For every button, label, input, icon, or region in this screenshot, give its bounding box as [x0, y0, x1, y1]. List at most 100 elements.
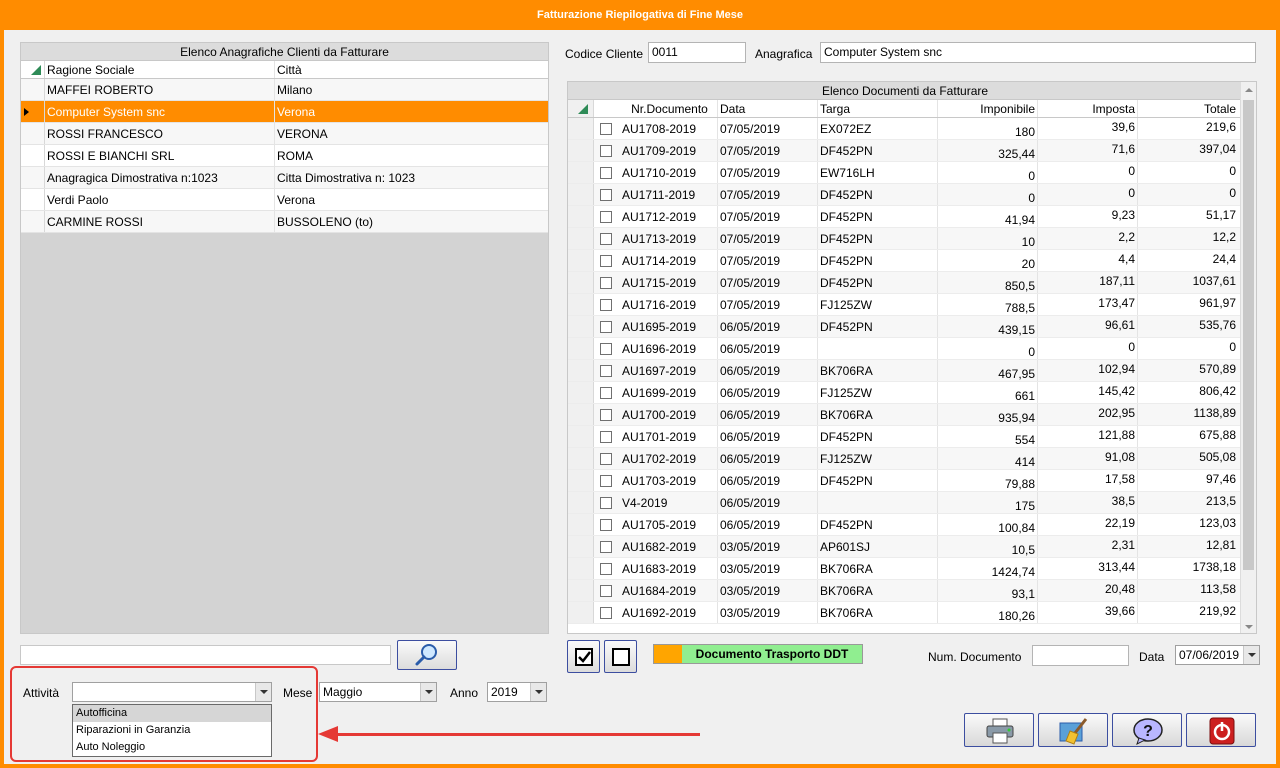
anno-combo[interactable]: 2019 [487, 682, 547, 702]
row-selector[interactable] [568, 558, 594, 579]
chevron-down-icon[interactable] [420, 683, 436, 701]
grid-corner[interactable] [568, 100, 594, 117]
clear-button[interactable] [1038, 713, 1108, 747]
scroll-up-icon[interactable] [1241, 82, 1256, 98]
codice-cliente-field[interactable]: 0011 [648, 42, 746, 63]
scroll-thumb[interactable] [1243, 100, 1254, 570]
row-selector[interactable] [568, 206, 594, 227]
column-header-imposta[interactable]: Imposta [1038, 100, 1138, 117]
num-documento-field[interactable] [1032, 645, 1129, 666]
row-selector[interactable] [21, 101, 45, 122]
client-row[interactable]: ROSSI E BIANCHI SRL ROMA [21, 145, 548, 167]
attivita-option-noleggio[interactable]: Auto Noleggio [73, 739, 271, 756]
row-selector[interactable] [568, 118, 594, 139]
document-checkbox[interactable] [600, 541, 612, 553]
row-selector[interactable] [568, 228, 594, 249]
document-row[interactable]: AU1711-2019 07/05/2019 DF452PN 0 0 0 [568, 184, 1242, 206]
document-row[interactable]: AU1700-2019 06/05/2019 BK706RA 935,94 202,95… [568, 404, 1242, 426]
document-checkbox[interactable] [600, 343, 612, 355]
exit-button[interactable] [1186, 713, 1256, 747]
document-checkbox[interactable] [600, 519, 612, 531]
mese-combo[interactable]: Maggio [319, 682, 437, 702]
document-row[interactable]: AU1708-2019 07/05/2019 EX072EZ 180 39,6 219,6 [568, 118, 1242, 140]
row-selector[interactable] [568, 184, 594, 205]
grid-corner[interactable] [21, 61, 45, 78]
document-row[interactable]: AU1715-2019 07/05/2019 DF452PN 850,5 187,11 1… [568, 272, 1242, 294]
document-row[interactable]: AU1712-2019 07/05/2019 DF452PN 41,94 9,23 51,… [568, 206, 1242, 228]
client-row[interactable]: Verdi Paolo Verona [21, 189, 548, 211]
document-row[interactable]: AU1709-2019 07/05/2019 DF452PN 325,44 71,6 39… [568, 140, 1242, 162]
document-checkbox[interactable] [600, 277, 612, 289]
scroll-down-icon[interactable] [1241, 619, 1256, 633]
document-checkbox[interactable] [600, 365, 612, 377]
check-all-button[interactable] [567, 640, 600, 673]
document-checkbox[interactable] [600, 321, 612, 333]
row-selector[interactable] [568, 382, 594, 403]
column-header-nr-documento[interactable]: Nr.Documento [620, 100, 718, 117]
document-row[interactable]: AU1692-2019 03/05/2019 BK706RA 180,26 39,66 2… [568, 602, 1242, 624]
row-selector[interactable] [568, 536, 594, 557]
row-selector[interactable] [21, 123, 45, 144]
document-checkbox[interactable] [600, 409, 612, 421]
row-selector[interactable] [568, 492, 594, 513]
row-selector[interactable] [568, 162, 594, 183]
print-button[interactable] [964, 713, 1034, 747]
row-selector[interactable] [21, 79, 45, 100]
document-row[interactable]: AU1682-2019 03/05/2019 AP601SJ 10,5 2,31 12,8… [568, 536, 1242, 558]
document-checkbox[interactable] [600, 145, 612, 157]
document-checkbox[interactable] [600, 431, 612, 443]
row-selector[interactable] [568, 404, 594, 425]
document-row[interactable]: AU1714-2019 07/05/2019 DF452PN 20 4,4 24,4 [568, 250, 1242, 272]
data-date-picker[interactable]: 07/06/2019 [1175, 645, 1260, 665]
document-checkbox[interactable] [600, 233, 612, 245]
document-checkbox[interactable] [600, 497, 612, 509]
document-row[interactable]: AU1705-2019 06/05/2019 DF452PN 100,84 22,19 1… [568, 514, 1242, 536]
document-checkbox[interactable] [600, 299, 612, 311]
row-selector[interactable] [568, 470, 594, 491]
document-checkbox[interactable] [600, 475, 612, 487]
document-checkbox[interactable] [600, 453, 612, 465]
chevron-down-icon[interactable] [255, 683, 271, 701]
row-selector[interactable] [568, 426, 594, 447]
help-button[interactable]: ? [1112, 713, 1182, 747]
row-selector[interactable] [568, 272, 594, 293]
row-selector[interactable] [568, 360, 594, 381]
document-row[interactable]: AU1716-2019 07/05/2019 FJ125ZW 788,5 173,47 9… [568, 294, 1242, 316]
document-checkbox[interactable] [600, 189, 612, 201]
document-row[interactable]: AU1683-2019 03/05/2019 BK706RA 1424,74 313,4… [568, 558, 1242, 580]
client-row[interactable]: Computer System snc Verona [21, 101, 548, 123]
document-row[interactable]: AU1684-2019 03/05/2019 BK706RA 93,1 20,48 113… [568, 580, 1242, 602]
document-row[interactable]: AU1696-2019 06/05/2019 0 0 0 [568, 338, 1242, 360]
document-row[interactable]: AU1699-2019 06/05/2019 FJ125ZW 661 145,42 806… [568, 382, 1242, 404]
document-row[interactable]: AU1697-2019 06/05/2019 BK706RA 467,95 102,94… [568, 360, 1242, 382]
document-row[interactable]: AU1710-2019 07/05/2019 EW716LH 0 0 0 [568, 162, 1242, 184]
row-selector[interactable] [568, 250, 594, 271]
document-row[interactable]: AU1701-2019 06/05/2019 DF452PN 554 121,88 675… [568, 426, 1242, 448]
uncheck-all-button[interactable] [604, 640, 637, 673]
row-selector[interactable] [568, 140, 594, 161]
document-checkbox[interactable] [600, 211, 612, 223]
document-checkbox[interactable] [600, 387, 612, 399]
column-header-totale[interactable]: Totale [1138, 100, 1238, 117]
document-checkbox[interactable] [600, 585, 612, 597]
client-row[interactable]: ROSSI FRANCESCO VERONA [21, 123, 548, 145]
row-selector[interactable] [568, 580, 594, 601]
column-header-data[interactable]: Data [718, 100, 818, 117]
client-row[interactable]: Anagragica Dimostrativa n:1023 Citta Dimo… [21, 167, 548, 189]
column-header-ragione-sociale[interactable]: Ragione Sociale [45, 61, 275, 78]
document-row[interactable]: V4-2019 06/05/2019 175 38,5 213,5 [568, 492, 1242, 514]
document-checkbox[interactable] [600, 607, 612, 619]
row-selector[interactable] [21, 189, 45, 210]
row-selector[interactable] [21, 145, 45, 166]
client-row[interactable]: MAFFEI ROBERTO Milano [21, 79, 548, 101]
document-row[interactable]: AU1713-2019 07/05/2019 DF452PN 10 2,2 12,2 [568, 228, 1242, 250]
row-selector[interactable] [568, 316, 594, 337]
search-button[interactable] [397, 640, 457, 670]
document-row[interactable]: AU1702-2019 06/05/2019 FJ125ZW 414 91,08 505,… [568, 448, 1242, 470]
document-checkbox[interactable] [600, 123, 612, 135]
row-selector[interactable] [568, 514, 594, 535]
chevron-down-icon[interactable] [530, 683, 546, 701]
chevron-down-icon[interactable] [1243, 646, 1259, 664]
document-row[interactable]: AU1703-2019 06/05/2019 DF452PN 79,88 17,58 97… [568, 470, 1242, 492]
document-checkbox[interactable] [600, 563, 612, 575]
